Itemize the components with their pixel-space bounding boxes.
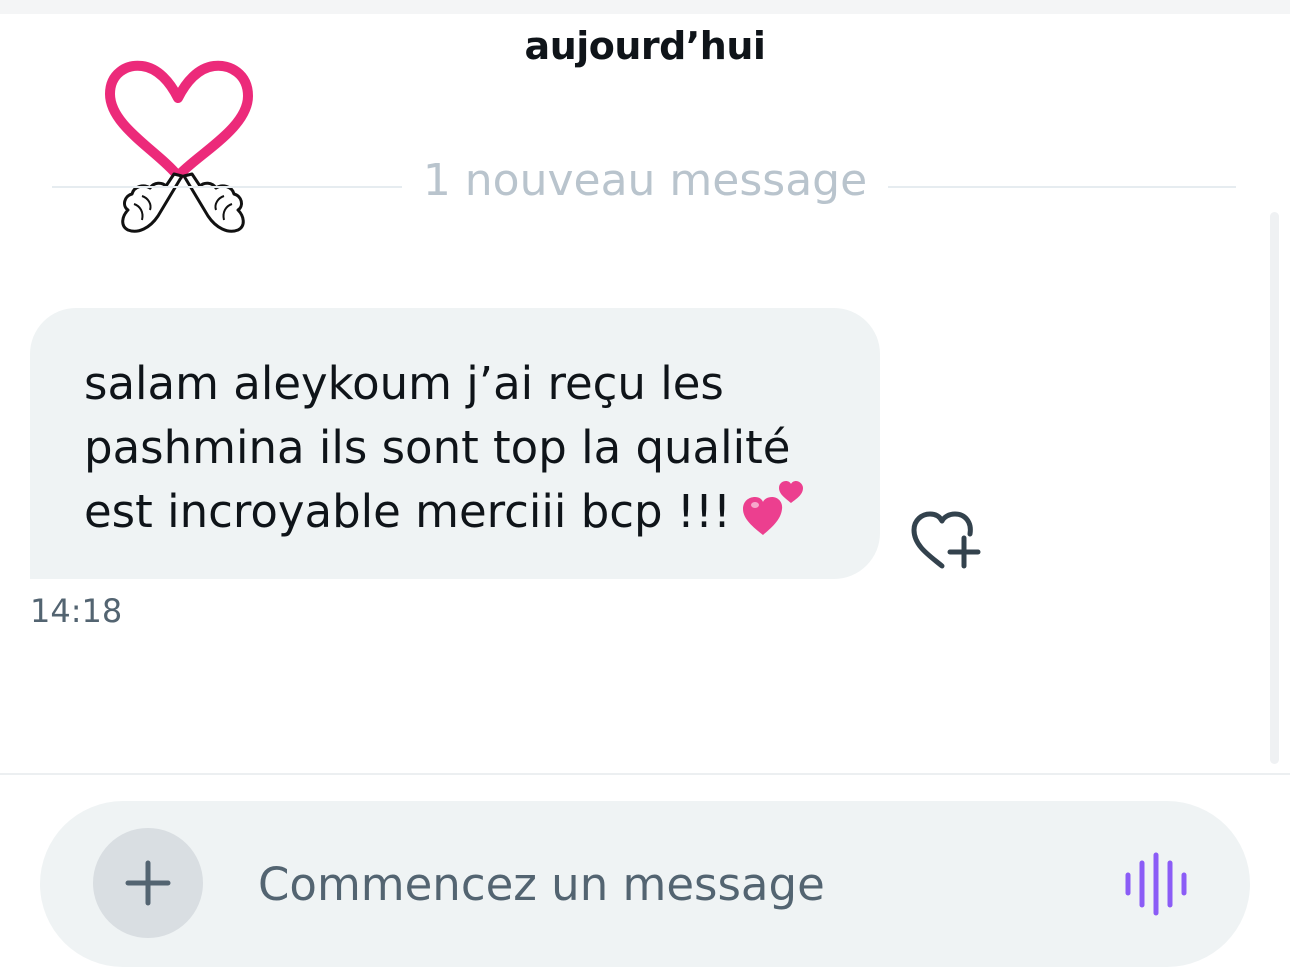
add-reaction-heart-icon[interactable] (906, 508, 986, 574)
conversation-scrollbar[interactable] (1270, 212, 1279, 764)
new-message-divider-line-right (888, 186, 1236, 188)
message-timestamp: 14:18 (30, 592, 123, 630)
received-message-bubble[interactable]: salam aleykoum j’ai reçu les pashmina il… (30, 308, 880, 579)
heart-hands-sticker-icon (105, 60, 253, 233)
dm-conversation-screen: aujourd’hui 1 nouveau message salam aley… (0, 0, 1290, 976)
message-composer (40, 801, 1250, 967)
new-message-divider-line-left (52, 186, 402, 188)
new-message-divider-label: 1 nouveau message (422, 155, 868, 206)
plus-icon (125, 860, 171, 906)
message-text-line: salam aleykoum j’ai reçu les (84, 357, 724, 410)
add-attachment-button[interactable] (93, 828, 203, 938)
message-text-line: pashmina ils sont top la qualité (84, 421, 791, 474)
message-input[interactable] (258, 849, 1078, 919)
two-hearts-emoji-icon (743, 481, 804, 535)
top-strip (0, 0, 1290, 14)
composer-separator (0, 773, 1290, 775)
message-text-line-last: est incroyable merciii bcp !!! (84, 480, 840, 547)
voice-waveform-icon[interactable] (1122, 851, 1192, 917)
message-text: est incroyable merciii bcp !!! (84, 485, 732, 538)
